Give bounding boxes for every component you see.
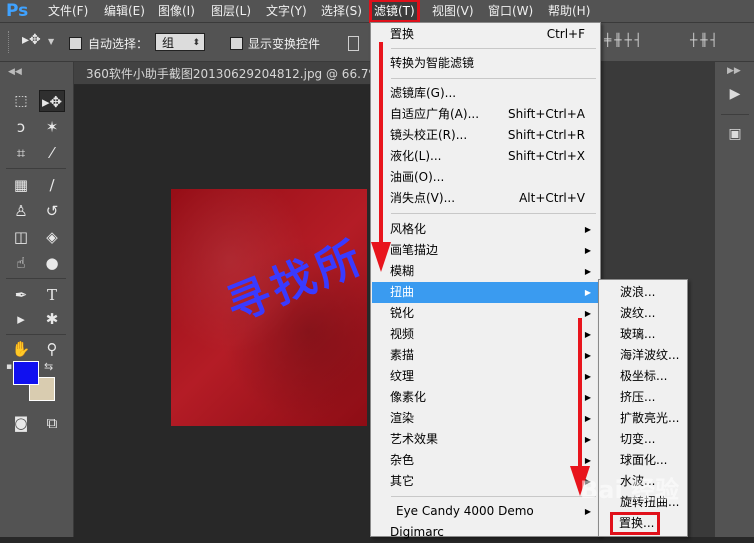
annotation-arrows: [371, 42, 590, 496]
arrow-1-head: [371, 242, 391, 272]
watermark: Bai 经验: [580, 476, 680, 504]
